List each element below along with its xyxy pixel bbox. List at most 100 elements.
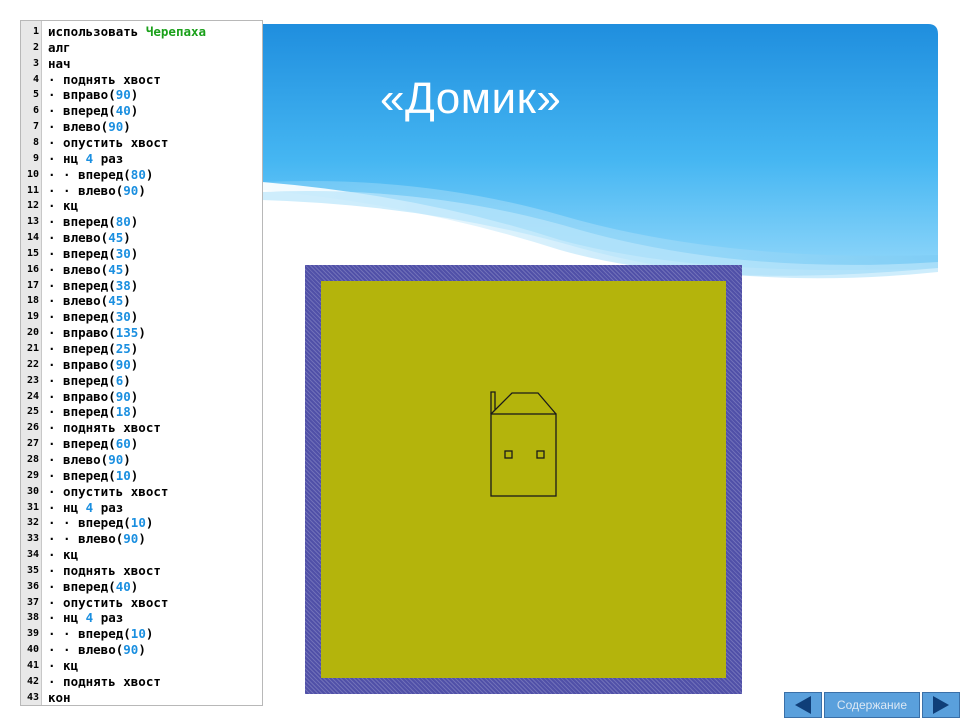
- code-line[interactable]: 23 · вперед(6): [21, 373, 262, 389]
- code-token: ): [130, 388, 139, 404]
- triangle-left-icon: [795, 696, 811, 714]
- code-editor-panel[interactable]: 1 использовать Черепаха 2 алг 3 нач 4 · поднять…: [20, 20, 263, 706]
- code-text: · вперед(38): [48, 278, 138, 294]
- previous-slide-button[interactable]: [784, 692, 822, 718]
- code-line[interactable]: 14 · влево(45): [21, 230, 262, 246]
- code-text: · вперед(10): [48, 468, 138, 484]
- slide-navigation: Содержание: [784, 692, 960, 718]
- code-line[interactable]: 17 · вперед(38): [21, 278, 262, 294]
- code-line[interactable]: 18 · влево(45): [21, 293, 262, 309]
- code-text: · вправо(90): [48, 389, 138, 405]
- code-token: ): [130, 103, 139, 119]
- code-line[interactable]: 38 · нц 4 раз: [21, 610, 262, 626]
- code-line[interactable]: 42 · поднять хвост: [21, 674, 262, 690]
- code-line[interactable]: 33 · · влево(90): [21, 531, 262, 547]
- code-line[interactable]: 5 · вправо(90): [21, 87, 262, 103]
- numeric-literal: 40: [115, 578, 131, 594]
- code-token: ): [138, 325, 146, 341]
- numeric-literal: 60: [115, 436, 131, 452]
- code-token: ): [123, 119, 131, 135]
- code-line[interactable]: 35 · поднять хвост: [21, 563, 262, 579]
- line-number: 17: [26, 279, 39, 291]
- code-line[interactable]: 6 · вперед(40): [21, 103, 262, 119]
- code-token: ): [123, 451, 131, 467]
- code-line[interactable]: 8 · опустить хвост: [21, 134, 262, 151]
- code-text: · влево(90): [48, 119, 131, 135]
- line-number: 12: [26, 200, 39, 212]
- code-text: · вперед(25): [48, 341, 138, 357]
- line-number: 30: [26, 485, 39, 497]
- line-number: 42: [26, 675, 39, 687]
- code-text: · поднять хвост: [48, 420, 161, 436]
- numeric-literal: 45: [108, 230, 124, 246]
- code-token: · опустить хвост: [48, 134, 169, 150]
- code-line[interactable]: 37 · опустить хвост: [21, 595, 262, 611]
- code-line[interactable]: 34 · кц: [21, 547, 262, 563]
- line-number: 28: [26, 453, 39, 465]
- code-line[interactable]: 21 · вперед(25): [21, 341, 262, 357]
- code-line[interactable]: 25 · вперед(18): [21, 404, 262, 420]
- code-line[interactable]: 41 · кц: [21, 658, 262, 674]
- numeric-literal: 80: [130, 166, 146, 182]
- code-token: алг: [48, 39, 71, 55]
- code-text: · · вперед(80): [48, 167, 153, 183]
- code-text: · кц: [48, 198, 78, 214]
- code-token: · нц: [48, 499, 86, 515]
- code-line[interactable]: 13 · вперед(80): [21, 214, 262, 230]
- code-line[interactable]: 26 · поднять хвост: [21, 420, 262, 436]
- code-line[interactable]: 16 · влево(45): [21, 262, 262, 278]
- code-text: · вперед(18): [48, 404, 138, 420]
- code-line[interactable]: 43 кон: [21, 690, 262, 705]
- code-token: нач: [48, 55, 71, 71]
- line-number: 5: [32, 89, 39, 101]
- code-text: · · влево(90): [48, 531, 146, 547]
- line-number: 6: [32, 105, 39, 117]
- code-token: ): [130, 341, 139, 356]
- code-text: · вперед(40): [48, 579, 138, 595]
- line-number: 4: [32, 73, 39, 85]
- code-token: · · вперед(: [48, 515, 131, 531]
- line-number: 38: [26, 612, 39, 624]
- code-line[interactable]: 31 · нц 4 раз: [21, 499, 262, 516]
- code-line[interactable]: 3 нач: [21, 55, 262, 72]
- code-line[interactable]: 15 · вперед(30): [21, 246, 262, 262]
- code-text: использовать Черепаха: [48, 24, 206, 40]
- code-token: раз: [93, 610, 124, 626]
- code-line[interactable]: 22 · вправо(90): [21, 357, 262, 373]
- code-line[interactable]: 11 · · влево(90): [21, 182, 262, 199]
- contents-button[interactable]: Содержание: [824, 692, 920, 718]
- code-line[interactable]: 40 · · влево(90): [21, 642, 262, 658]
- next-slide-button[interactable]: [922, 692, 960, 718]
- code-line[interactable]: 2 алг: [21, 39, 262, 56]
- code-line[interactable]: 9 · нц 4 раз: [21, 151, 262, 167]
- turtle-drawing: [490, 391, 557, 497]
- code-token: ): [138, 182, 146, 198]
- code-line[interactable]: 19 · вперед(30): [21, 309, 262, 325]
- code-token: ): [130, 277, 139, 293]
- code-line[interactable]: 32 · · вперед(10): [21, 515, 262, 531]
- code-line[interactable]: 1 использовать Черепаха: [21, 24, 262, 40]
- numeric-literal: 18: [115, 404, 131, 420]
- code-line[interactable]: 27 · вперед(60): [21, 436, 262, 452]
- numeric-literal: 10: [130, 626, 146, 642]
- numeric-literal: 90: [108, 451, 124, 467]
- code-token: · · влево(: [48, 642, 124, 658]
- code-line[interactable]: 36 · вперед(40): [21, 579, 262, 595]
- code-line[interactable]: 30 · опустить хвост: [21, 484, 262, 500]
- code-line[interactable]: 10 · · вперед(80): [21, 167, 262, 183]
- code-line[interactable]: 29 · вперед(10): [21, 468, 262, 484]
- line-number: 16: [26, 263, 39, 275]
- code-line[interactable]: 4 · поднять хвост: [21, 72, 262, 88]
- numeric-literal: 90: [123, 642, 139, 658]
- line-number: 24: [26, 390, 39, 402]
- line-number: 25: [26, 406, 39, 418]
- code-text: · · влево(90): [48, 642, 146, 658]
- code-line[interactable]: 12 · кц: [21, 198, 262, 214]
- code-line[interactable]: 20 · вправо(135): [21, 325, 262, 341]
- code-line[interactable]: 24 · вправо(90): [21, 389, 262, 405]
- code-line[interactable]: 7 · влево(90): [21, 119, 262, 135]
- code-line[interactable]: 39 · · вперед(10): [21, 626, 262, 642]
- numeric-literal: 90: [115, 388, 131, 404]
- code-token: ): [130, 467, 139, 483]
- code-line[interactable]: 28 · влево(90): [21, 451, 262, 468]
